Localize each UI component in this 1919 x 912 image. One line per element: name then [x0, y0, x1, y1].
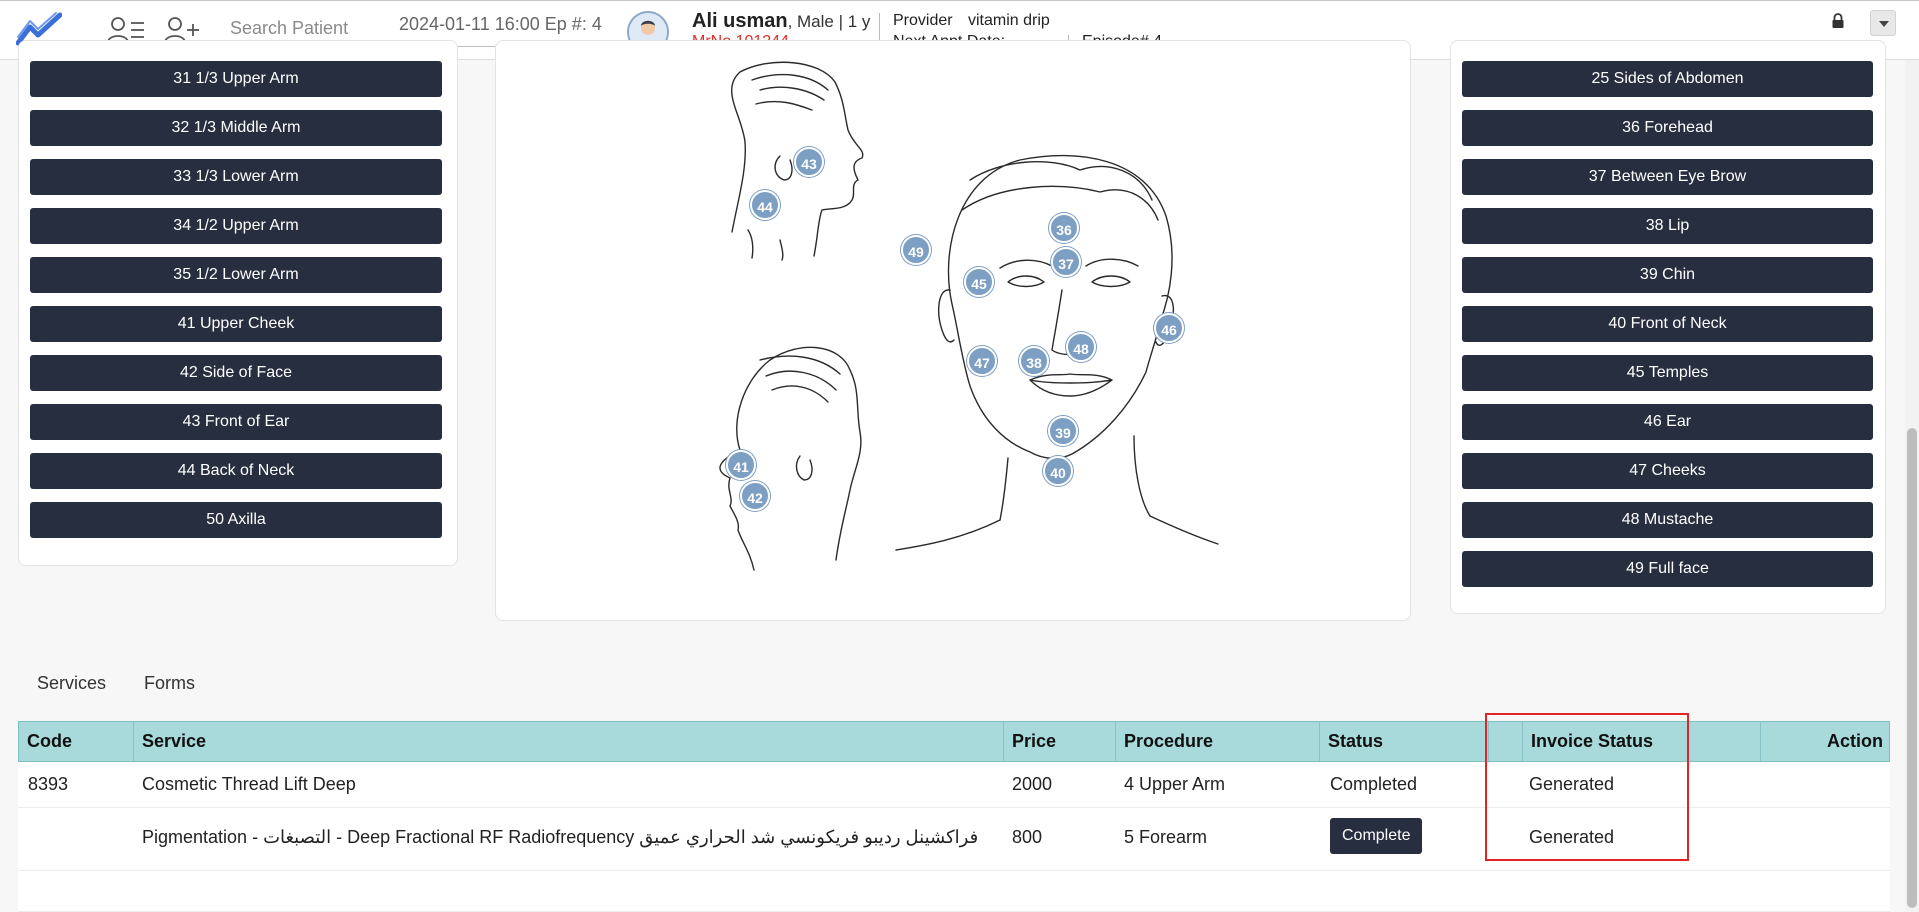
cell-invoice-status: Generated [1529, 827, 1615, 847]
column-header-action: Action [1760, 722, 1889, 761]
face-marker[interactable]: 36 [1049, 213, 1079, 243]
site-button[interactable]: 48 Mustache [1462, 502, 1873, 538]
face-marker[interactable]: 41 [726, 450, 756, 480]
face-marker[interactable]: 45 [964, 267, 994, 297]
page-scrollbar-thumb[interactable] [1907, 428, 1917, 908]
site-button[interactable]: 37 Between Eye Brow [1462, 159, 1873, 195]
tab-forms[interactable]: Forms [144, 673, 195, 694]
face-marker[interactable]: 47 [967, 346, 997, 376]
site-button[interactable]: 39 Chin [1462, 257, 1873, 293]
cell-procedure: 5 Forearm [1124, 827, 1208, 847]
patient-meta: , Male | 1 y [787, 12, 871, 31]
face-marker[interactable]: 48 [1066, 332, 1096, 362]
tab-services[interactable]: Services [37, 673, 106, 694]
site-button[interactable]: 33 1/3 Lower Arm [30, 159, 442, 195]
site-button[interactable]: 38 Lip [1462, 208, 1873, 244]
table-row-empty [18, 871, 1890, 912]
site-button[interactable]: 43 Front of Ear [30, 404, 442, 440]
column-header-status: Status [1319, 722, 1488, 761]
column-header-procedure: Procedure [1115, 722, 1319, 761]
cell-service: Cosmetic Thread Lift Deep [142, 774, 356, 794]
site-button[interactable]: 50 Axilla [30, 502, 442, 538]
site-button[interactable]: 41 Upper Cheek [30, 306, 442, 342]
table-header: Code Service Price Procedure Status Invo… [18, 721, 1890, 762]
face-marker[interactable]: 42 [740, 481, 770, 511]
face-marker[interactable]: 39 [1048, 416, 1078, 446]
site-button[interactable]: 34 1/2 Upper Arm [30, 208, 442, 244]
face-marker[interactable]: 40 [1043, 456, 1073, 486]
face-marker[interactable]: 43 [794, 147, 824, 177]
cell-price: 800 [1012, 827, 1043, 847]
cell-service: Pigmentation - التصبغات - Deep Fractiona… [142, 827, 979, 847]
site-button[interactable]: 45 Temples [1462, 355, 1873, 391]
face-diagram-illustration [719, 61, 1219, 571]
table-row: 8393 Cosmetic Thread Lift Deep 2000 4 Up… [18, 762, 1890, 808]
face-marker[interactable]: 44 [750, 190, 780, 220]
site-button[interactable]: 44 Back of Neck [30, 453, 442, 489]
site-button[interactable]: 40 Front of Neck [1462, 306, 1873, 342]
column-header-service: Service [133, 722, 1003, 761]
site-button[interactable]: 25 Sides of Abdomen [1462, 61, 1873, 97]
table-row: Pigmentation - التصبغات - Deep Fractiona… [18, 808, 1890, 871]
cell-code: 8393 [28, 774, 69, 794]
lock-icon[interactable] [1831, 13, 1845, 29]
cell-price: 2000 [1012, 774, 1053, 794]
header-menu-dropdown-button[interactable] [1870, 10, 1896, 36]
provider-value: vitamin drip [968, 12, 1050, 29]
site-button[interactable]: 47 Cheeks [1462, 453, 1873, 489]
complete-button[interactable]: Complete [1330, 818, 1423, 854]
cell-invoice-status: Generated [1529, 774, 1615, 794]
column-header-invoice-status: Invoice Status [1522, 722, 1760, 761]
column-header-spacer [1488, 722, 1522, 761]
site-button[interactable]: 31 1/3 Upper Arm [30, 61, 442, 97]
face-marker[interactable]: 37 [1051, 247, 1081, 277]
cell-status: Completed [1330, 774, 1418, 794]
site-button[interactable]: 46 Ear [1462, 404, 1873, 440]
column-header-code: Code [27, 731, 72, 751]
site-button[interactable]: 35 1/2 Lower Arm [30, 257, 442, 293]
cell-procedure: 4 Upper Arm [1124, 774, 1226, 794]
face-marker[interactable]: 46 [1154, 313, 1184, 343]
column-header-price: Price [1003, 722, 1115, 761]
patient-name: Ali usman, Male | 1 y [692, 10, 870, 33]
site-button[interactable]: 32 1/3 Middle Arm [30, 110, 442, 146]
face-marker[interactable]: 38 [1019, 346, 1049, 376]
face-marker[interactable]: 49 [901, 235, 931, 265]
patient-name-text: Ali usman [692, 10, 788, 32]
site-button[interactable]: 49 Full face [1462, 551, 1873, 587]
site-button[interactable]: 42 Side of Face [30, 355, 442, 391]
site-button[interactable]: 36 Forehead [1462, 110, 1873, 146]
provider-label: Provider [893, 12, 953, 29]
